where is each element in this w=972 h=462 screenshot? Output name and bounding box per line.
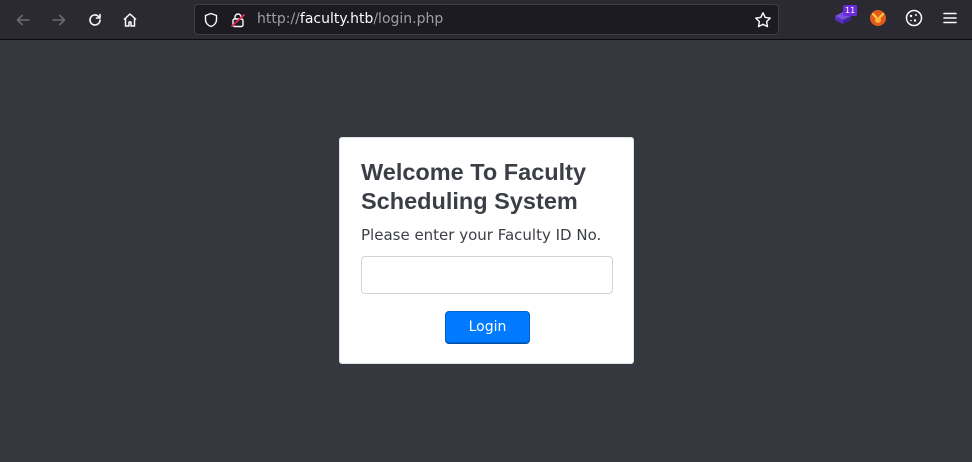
reload-button[interactable] bbox=[81, 6, 109, 34]
forward-button[interactable] bbox=[45, 6, 73, 34]
browser-toolbar: http://faculty.htb/login.php 11 bbox=[0, 0, 972, 40]
forward-arrow-icon bbox=[52, 14, 66, 26]
bookmark-star-icon[interactable] bbox=[754, 11, 772, 29]
hamburger-menu-icon bbox=[943, 12, 957, 24]
login-card: Welcome To Faculty Scheduling System Ple… bbox=[339, 137, 634, 364]
page-content: Welcome To Faculty Scheduling System Ple… bbox=[0, 41, 972, 462]
home-button[interactable] bbox=[116, 6, 144, 34]
login-title: Welcome To Faculty Scheduling System bbox=[361, 159, 587, 214]
home-icon bbox=[123, 13, 137, 27]
insecure-lock-icon[interactable] bbox=[230, 12, 246, 28]
shield-icon[interactable] bbox=[203, 12, 219, 28]
url-path: /login.php bbox=[373, 11, 444, 27]
faculty-id-label: Please enter your Faculty ID No. bbox=[361, 226, 602, 244]
back-arrow-icon bbox=[16, 14, 30, 26]
fox-extension-button[interactable] bbox=[868, 8, 888, 28]
login-button[interactable]: Login bbox=[445, 311, 530, 343]
url-scheme: http:// bbox=[257, 11, 300, 27]
extension-button[interactable]: 11 bbox=[833, 5, 858, 28]
fox-extension-icon bbox=[870, 10, 886, 26]
extension-badge: 11 bbox=[843, 5, 858, 16]
cookie-icon bbox=[905, 9, 923, 27]
url-host: faculty.htb bbox=[299, 11, 374, 27]
reload-icon bbox=[89, 13, 101, 26]
cookie-button[interactable] bbox=[904, 8, 924, 28]
app-menu-button[interactable] bbox=[940, 8, 960, 28]
back-button[interactable] bbox=[9, 6, 37, 34]
url-text[interactable]: http://faculty.htb/login.php bbox=[257, 11, 443, 27]
url-bar[interactable]: http://faculty.htb/login.php bbox=[194, 4, 779, 35]
faculty-id-input[interactable] bbox=[361, 256, 613, 294]
